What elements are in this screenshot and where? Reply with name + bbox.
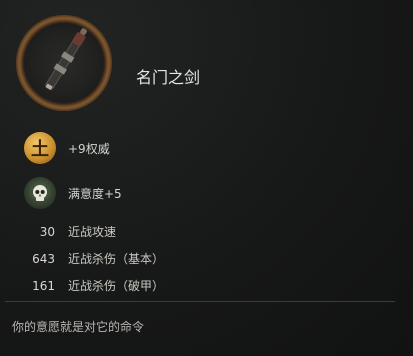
- stat-label: 近战攻速: [68, 225, 117, 239]
- stat-label: 近战杀伤（基本）: [68, 252, 165, 266]
- stat-label: 近战杀伤（破甲）: [68, 279, 165, 293]
- item-name: 名门之剑: [136, 68, 201, 87]
- stat-value: 30: [39, 224, 55, 239]
- flavor-text: 你的意愿就是对它的命令: [12, 320, 145, 334]
- stat-row: 161 近战杀伤（破甲）: [0, 277, 164, 294]
- item-tooltip-panel: 名门之剑 土 +9权威 满意度+5 30 近战攻速 643 近战杀伤（基本） 1…: [0, 0, 413, 356]
- sword-icon: [45, 28, 87, 91]
- divider: [5, 301, 395, 302]
- item-portrait: [16, 15, 112, 111]
- stat-row: 30 近战攻速: [0, 223, 116, 240]
- effect-satisfaction-row: 满意度+5: [24, 177, 122, 209]
- stat-value: 161: [32, 278, 55, 293]
- stat-value: 643: [32, 251, 55, 266]
- skull-satisfaction-icon: [24, 177, 56, 209]
- gold-earth-token-icon: 土: [24, 132, 56, 164]
- effect-satisfaction-text: 满意度+5: [68, 186, 122, 201]
- stat-row: 643 近战杀伤（基本）: [0, 250, 164, 267]
- effect-authority-row: 土 +9权威: [24, 132, 110, 164]
- effect-authority-text: +9权威: [68, 141, 110, 156]
